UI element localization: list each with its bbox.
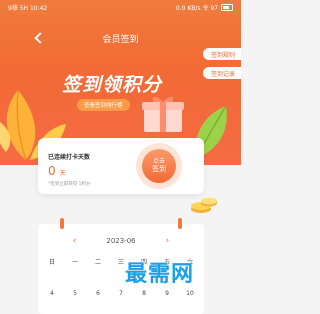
gift-box-illustration [142,96,184,132]
chevron-left-icon [34,32,46,44]
status-bar: 9移 5H 10:42 0.0 KB/s 令 97 [0,0,241,14]
calendar-month: 2023-06 [106,237,136,245]
calendar-day[interactable]: 8 [136,290,152,297]
calendar-pin-left [60,218,64,229]
watermark-text: 最需网 [125,262,195,287]
streak-unit: 天 [59,170,66,177]
calendar-header: ‹ 2023-06 › [38,236,204,246]
status-time: 9移 5H 10:42 [8,4,48,12]
sign-in-ring: 点击 签到 [136,143,182,189]
streak-label: 已连续打卡天数 [48,154,91,161]
calendar-week-row: 4 5 6 7 8 9 10 [44,290,198,297]
prev-month-button[interactable]: ‹ [73,236,77,246]
streak-days: 0 [48,164,56,178]
weekday-label: 一 [71,259,78,266]
next-month-button[interactable]: › [166,236,170,246]
banner-title: 签到领积分 [62,74,163,96]
back-button[interactable] [33,28,47,48]
calendar-day[interactable]: 6 [90,290,106,297]
sign-rules-button[interactable]: 签到规则 [202,48,241,60]
calendar-day[interactable]: 7 [113,290,129,297]
sign-in-button[interactable]: 点击 签到 [142,149,176,183]
weekday-label: 日 [48,259,55,266]
calendar-day[interactable]: 9 [159,290,175,297]
nav-bar: 会员签到 [0,28,241,48]
battery-icon [221,3,233,11]
leaderboard-button[interactable]: 查看签到排行榜 [77,99,130,111]
calendar-day[interactable]: 4 [44,290,60,297]
coins-icon [191,197,217,213]
streak-hint: *签到立即获得 1积分 [48,182,91,187]
sign-in-line2: 签到 [152,165,166,174]
sign-records-button[interactable]: 签到记录 [202,67,241,79]
streak-card: 已连续打卡天数 0 天 *签到立即获得 1积分 点击 签到 [38,138,204,194]
page-title: 会员签到 [102,34,139,45]
calendar-day[interactable]: 5 [67,290,83,297]
calendar-pin-right [178,218,182,229]
weekday-label: 二 [94,259,101,266]
calendar-day[interactable]: 10 [182,290,198,297]
status-network: 0.0 KB/s 令 97 [175,4,218,12]
streak-value-group: 0 天 [48,164,66,178]
